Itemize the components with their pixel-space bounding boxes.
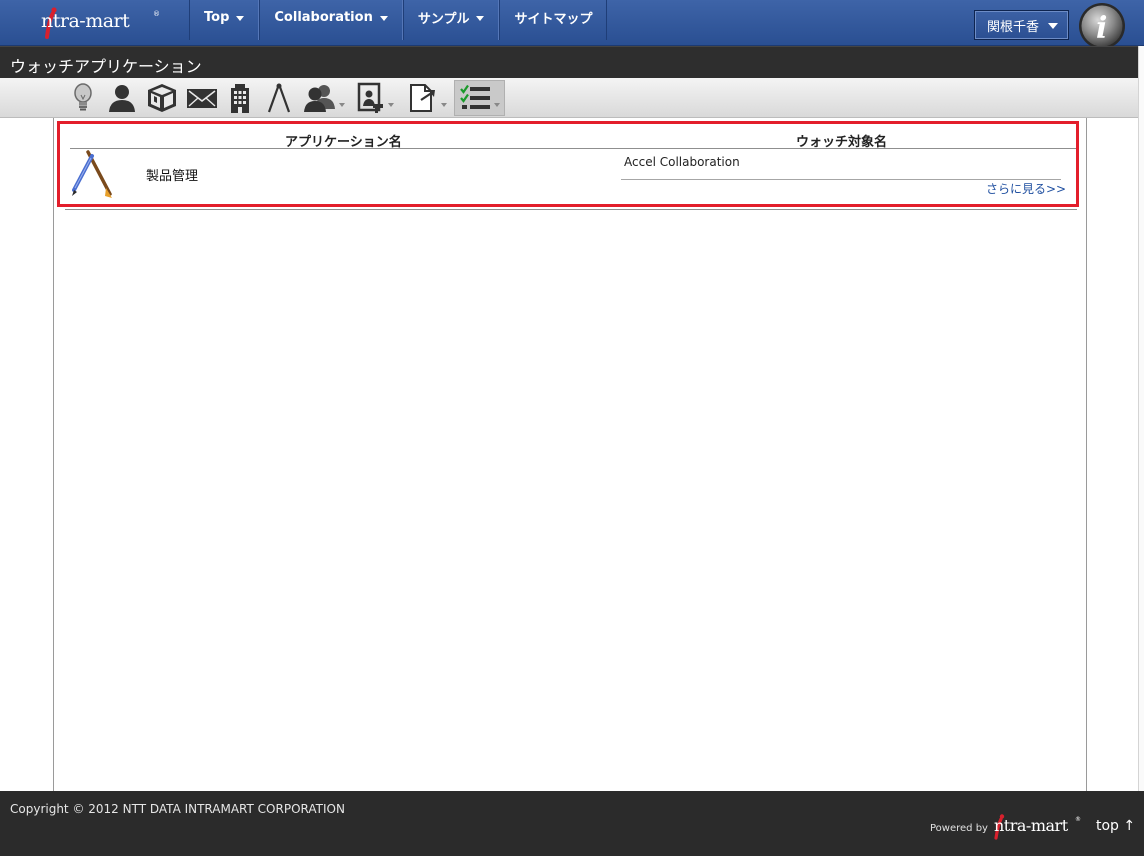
table-row-icon-cell xyxy=(70,148,114,200)
checklist-icon xyxy=(459,84,490,109)
toolbar-person[interactable] xyxy=(106,80,138,116)
page-title-bar: ウォッチアプリケーション xyxy=(0,46,1144,78)
global-nav: Top Collaboration サンプル サイトマップ xyxy=(189,0,608,46)
chevron-down-icon xyxy=(493,103,500,107)
toolbar-building[interactable] xyxy=(226,80,254,116)
see-more-link[interactable]: さらに見る>> xyxy=(986,180,1066,197)
intra-mart-logo[interactable]: ntra-mart ® xyxy=(32,4,160,42)
compass-icon xyxy=(267,83,291,113)
nav-sitemap-label: サイトマップ xyxy=(514,11,593,27)
chevron-down-icon xyxy=(441,103,447,107)
back-to-top-link[interactable]: top ↑ xyxy=(1096,818,1135,834)
footer-logo-registered-mark: ® xyxy=(1075,816,1081,823)
toolbar-group[interactable] xyxy=(302,80,346,116)
watch-application-page: ntra-mart ® Top Collaboration サンプル サイトマッ… xyxy=(0,0,1144,856)
nav-collaboration[interactable]: Collaboration xyxy=(259,0,403,40)
group-icon xyxy=(304,85,335,112)
logo-registered-mark: ® xyxy=(153,10,160,18)
toolbar-checklist[interactable] xyxy=(454,80,505,116)
cube-icon xyxy=(148,84,176,112)
document-export-icon xyxy=(410,84,435,112)
app-menu-button[interactable]: i xyxy=(1076,1,1128,51)
powered-by-text: Powered by xyxy=(930,823,988,834)
lightbulb-icon xyxy=(74,83,92,111)
footer-intra-mart-logo: ntra-mart ® xyxy=(985,813,1081,841)
pencil-brush-icon xyxy=(72,150,112,198)
page-title: ウォッチアプリケーション xyxy=(10,57,202,76)
nav-top[interactable]: Top xyxy=(189,0,260,40)
mail-icon xyxy=(187,89,217,108)
portal-icon xyxy=(357,82,383,113)
app-toolbar xyxy=(0,78,1144,118)
toolbar-lightbulb[interactable] xyxy=(68,80,98,116)
toolbar-document-export[interactable] xyxy=(404,80,450,116)
chevron-down-icon xyxy=(388,103,394,107)
building-icon xyxy=(231,84,249,113)
application-name: 製品管理 xyxy=(146,169,199,184)
toolbar-compass[interactable] xyxy=(264,80,294,116)
nav-sample-label: サンプル xyxy=(417,11,470,27)
app-menu-letter: i xyxy=(1096,11,1107,46)
nav-top-label: Top xyxy=(204,9,230,25)
toolbar-portal[interactable] xyxy=(354,80,396,116)
header-divider xyxy=(70,148,1076,149)
toolbar-mail[interactable] xyxy=(185,80,219,116)
scrollbar-track[interactable] xyxy=(1138,46,1144,792)
copyright-text: Copyright © 2012 NTT DATA INTRAMART CORP… xyxy=(10,802,345,816)
watch-target-name[interactable]: Accel Collaboration xyxy=(624,155,740,169)
toolbar-cube[interactable] xyxy=(145,80,179,116)
nav-collaboration-label: Collaboration xyxy=(274,9,373,25)
logo-text: ntra-mart xyxy=(41,10,130,32)
chevron-down-icon xyxy=(379,15,388,21)
nav-sample[interactable]: サンプル xyxy=(402,0,500,40)
footer: Copyright © 2012 NTT DATA INTRAMART CORP… xyxy=(0,791,1144,856)
main-content: アプリケーション名 ウォッチ対象名 製品管理 Accel Collaborati… xyxy=(53,118,1087,791)
user-menu-button[interactable]: 関根千香 xyxy=(974,10,1069,40)
nav-sitemap[interactable]: サイトマップ xyxy=(499,0,608,40)
list-bottom-divider xyxy=(65,209,1077,210)
watch-list-panel: アプリケーション名 ウォッチ対象名 製品管理 Accel Collaborati… xyxy=(57,121,1079,207)
person-icon xyxy=(109,85,135,112)
chevron-down-icon xyxy=(236,15,245,21)
footer-logo-text: ntra-mart xyxy=(994,816,1068,835)
chevron-down-icon xyxy=(476,15,485,21)
chevron-down-icon xyxy=(1048,23,1058,29)
info-logo-icon: i xyxy=(1079,3,1125,49)
chevron-down-icon xyxy=(339,103,345,107)
global-header: ntra-mart ® Top Collaboration サンプル サイトマッ… xyxy=(0,0,1144,49)
user-name: 関根千香 xyxy=(987,19,1040,35)
